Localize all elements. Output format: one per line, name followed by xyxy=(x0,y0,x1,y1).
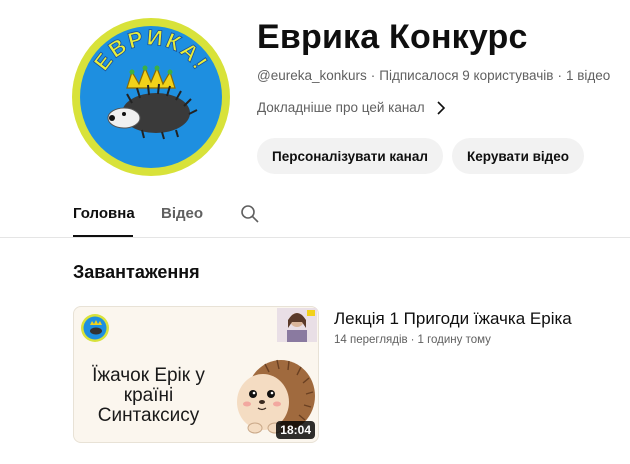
tab-home[interactable]: Головна xyxy=(73,205,135,222)
channel-more-label: Докладніше про цей канал xyxy=(257,100,425,115)
subscriber-count: Підписалося 9 користувачів xyxy=(379,68,554,83)
channel-avatar[interactable]: ЕВРИКА! xyxy=(72,18,230,176)
channel-more-link[interactable]: Докладніше про цей канал xyxy=(257,100,447,115)
meta-separator: · xyxy=(410,334,415,346)
tab-videos[interactable]: Відео xyxy=(161,205,203,222)
video-duration-badge: 18:04 xyxy=(276,421,315,439)
channel-logo-icon xyxy=(81,314,109,342)
presenter-inset-image xyxy=(277,308,317,342)
section-title-uploads: Завантаження xyxy=(73,262,200,282)
channel-tabs: Головна Відео xyxy=(0,190,630,238)
meta-separator: · xyxy=(557,68,562,83)
video-views: 14 переглядів xyxy=(334,334,408,346)
channel-title: Еврика Конкурс xyxy=(257,18,528,56)
video-title-link[interactable]: Лекція 1 Пригоди їжачка Еріка xyxy=(334,309,572,329)
chevron-right-icon xyxy=(437,100,445,115)
thumbnail-caption-line: Синтаксису xyxy=(97,405,200,426)
channel-meta: @eureka_konkurs · Підписалося 9 користувач… xyxy=(257,68,610,83)
thumbnail-caption: Їжачок Ерік у країні Синтаксису xyxy=(81,366,216,426)
thumbnail-caption-line: Їжачок Ерік у xyxy=(92,365,205,386)
active-tab-indicator xyxy=(73,235,133,237)
manage-videos-button[interactable]: Керувати відео xyxy=(452,138,584,174)
video-thumbnail[interactable]: Їжачок Ерік у країні Синтаксису 18:04 xyxy=(73,306,319,443)
search-icon[interactable] xyxy=(240,204,260,224)
thumbnail-caption-line: країні xyxy=(123,385,174,406)
video-meta: 14 переглядів · 1 годину тому xyxy=(334,334,491,346)
channel-handle: @eureka_konkurs xyxy=(257,68,367,83)
meta-separator: · xyxy=(370,68,376,83)
avatar-image: ЕВРИКА! xyxy=(72,18,230,176)
video-count: 1 відео xyxy=(565,68,611,83)
video-age: 1 годину тому xyxy=(417,334,491,346)
customize-channel-button[interactable]: Персоналізувати канал xyxy=(257,138,443,174)
